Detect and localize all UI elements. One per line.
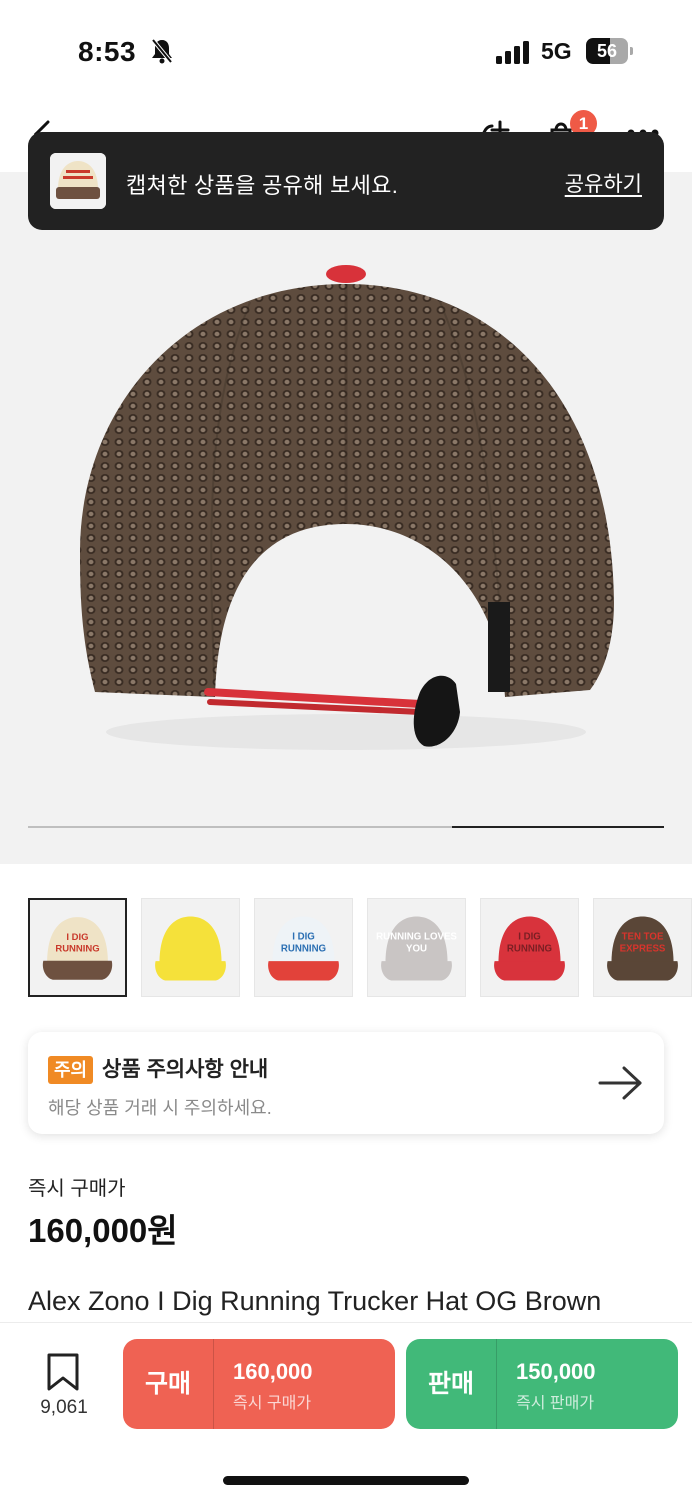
cap-thumbnail-image <box>142 899 239 996</box>
buy-button[interactable]: 구매 160,000 즉시 구매가 <box>123 1339 395 1429</box>
instant-buy-price-label: 즉시 구매가 <box>28 1178 126 1200</box>
svg-text:RUNNING: RUNNING <box>507 943 552 954</box>
home-indicator <box>223 1476 469 1485</box>
thumbnail-4[interactable]: RUNNING LOVES YOU <box>367 898 466 997</box>
svg-text:I DIG: I DIG <box>292 932 315 943</box>
thumbnail-1[interactable]: I DIG RUNNING <box>28 898 127 997</box>
network-label: 5G <box>541 38 572 64</box>
signal-icon <box>496 41 529 64</box>
carousel-progress-track <box>28 826 664 828</box>
sell-price-sub: 즉시 판매가 <box>516 1395 595 1412</box>
product-name: Alex Zono I Dig Running Trucker Hat OG B… <box>28 1286 602 1316</box>
buy-price-sub: 즉시 구매가 <box>233 1395 312 1412</box>
buy-price: 160,000 <box>233 1359 313 1384</box>
product-image <box>80 265 614 750</box>
toast-product-thumbnail <box>50 153 106 209</box>
svg-text:RUNNING: RUNNING <box>55 943 99 954</box>
toast-share-link[interactable]: 공유하기 <box>565 168 642 198</box>
svg-text:I DIG: I DIG <box>518 932 541 943</box>
svg-text:RUNNING: RUNNING <box>281 943 326 954</box>
battery-level: 56 <box>596 41 618 61</box>
notice-title: 상품 주의사항 안내 <box>102 1058 269 1081</box>
sell-label: 판매 <box>427 1370 474 1398</box>
thumbnail-2[interactable] <box>141 898 240 997</box>
sell-price: 150,000 <box>516 1359 596 1384</box>
svg-text:I DIG: I DIG <box>66 932 88 943</box>
svg-text:RUNNING LOVES: RUNNING LOVES <box>376 932 457 943</box>
instant-buy-price: 160,000원 <box>28 1212 178 1249</box>
bell-muted-icon <box>151 38 173 64</box>
status-time: 8:53 <box>78 36 137 67</box>
svg-text:YOU: YOU <box>406 943 427 954</box>
sell-button[interactable]: 판매 150,000 즉시 판매가 <box>406 1339 678 1429</box>
cap-thumbnail-image: I DIGRUNNING <box>255 899 352 996</box>
wishlist-count: 9,061 <box>40 1397 88 1418</box>
notice-subtitle: 해당 상품 거래 시 주의하세요. <box>48 1098 272 1118</box>
status-bar: 8:53 5G 56 <box>0 0 692 100</box>
cap-thumbnail-image: I DIGRUNNING <box>30 900 125 995</box>
battery-icon: 56 <box>586 38 633 64</box>
thumbnail-5[interactable]: I DIG RUNNING <box>480 898 579 997</box>
svg-text:EXPRESS: EXPRESS <box>620 943 666 954</box>
bookmark-icon <box>47 1353 79 1391</box>
carousel-progress-indicator <box>452 826 664 828</box>
thumbnail-strip: I DIG RUNNING I DIG RUNNING RUNNING LOVES YOU… <box>28 898 692 998</box>
thumbnail-6[interactable]: TEN TOE EXPRESS <box>593 898 692 997</box>
cap-thumbnail-image: RUNNING LOVESYOU <box>368 899 465 996</box>
bottom-action-bar: 9,061 구매 160,000 즉시 구매가 판매 150,000 즉시 판매… <box>0 1322 692 1500</box>
thumbnail-3[interactable]: I DIG RUNNING <box>254 898 353 997</box>
caution-badge: 주의 <box>48 1056 94 1084</box>
share-toast: 캡쳐한 상품을 공유해 보세요. 공유하기 <box>28 132 664 230</box>
cap-thumbnail-image: I DIGRUNNING <box>481 899 578 996</box>
cap-thumbnail-image: TEN TOEEXPRESS <box>594 899 691 996</box>
toast-message: 캡쳐한 상품을 공유해 보세요. <box>126 173 399 198</box>
svg-text:TEN TOE: TEN TOE <box>622 932 664 943</box>
arrow-right-icon <box>598 1066 642 1100</box>
product-image-carousel[interactable] <box>0 172 692 864</box>
wishlist-button[interactable]: 9,061 <box>30 1353 98 1423</box>
buy-label: 구매 <box>144 1370 191 1398</box>
caution-notice-card[interactable]: 주의 상품 주의사항 안내 해당 상품 거래 시 주의하세요. <box>28 1032 664 1134</box>
